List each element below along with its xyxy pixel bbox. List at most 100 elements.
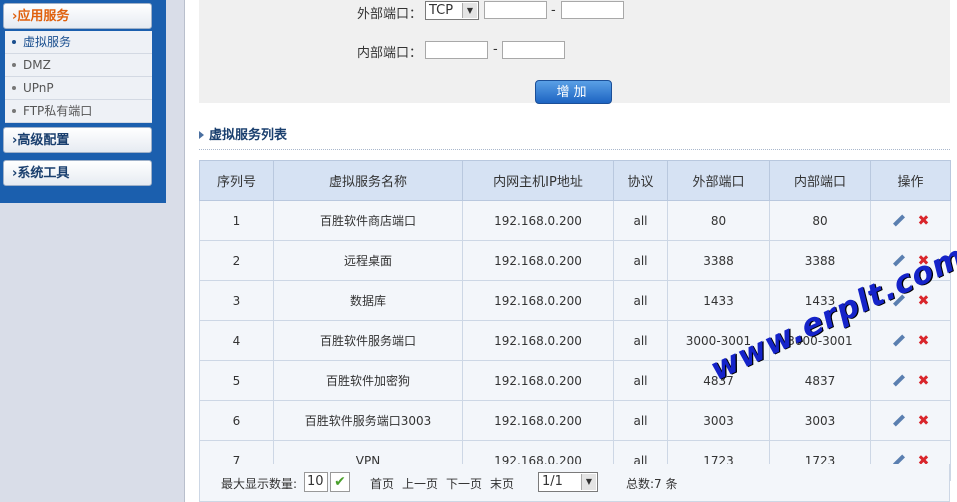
page-select[interactable]: 1/1 ▼: [538, 472, 598, 492]
table-row: 6 百胜软件服务端口3003 192.168.0.200 all 3003 30…: [199, 400, 951, 441]
column-header: 内部端口: [769, 160, 871, 201]
delete-icon[interactable]: ✖: [917, 414, 931, 428]
max-display-input[interactable]: 10: [304, 472, 328, 492]
sidebar-menu-panel: ›应用服务 虚拟服务 DMZ UPnP FTP私有端口 ›高级配置 ›系统工具: [0, 0, 166, 203]
triangle-right-icon: [199, 131, 204, 139]
sidebar-item-label: DMZ: [23, 58, 51, 72]
cell-ip: 192.168.0.200: [462, 280, 614, 321]
chevron-down-icon: ▼: [581, 474, 596, 490]
column-header: 外部端口: [667, 160, 770, 201]
external-port-start-input[interactable]: [484, 1, 547, 19]
cell-protocol: all: [613, 360, 668, 401]
external-port-label: 外部端口：: [356, 7, 422, 22]
edit-icon[interactable]: [891, 373, 907, 389]
external-port-row: 外部端口： TCP ▼ -: [199, 1, 950, 22]
cell-index: 5: [199, 360, 274, 401]
cell-protocol: all: [613, 240, 668, 281]
internal-port-start-input[interactable]: [425, 41, 488, 59]
cell-internal-port: 80: [769, 200, 871, 241]
table-row: 5 百胜软件加密狗 192.168.0.200 all 4837 4837 ✖: [199, 360, 951, 401]
cell-ip: 192.168.0.200: [462, 320, 614, 361]
column-header: 虚拟服务名称: [273, 160, 463, 201]
protocol-select[interactable]: TCP ▼: [425, 1, 479, 20]
delete-icon[interactable]: ✖: [917, 214, 931, 228]
list-title: 虚拟服务列表: [209, 128, 288, 143]
cell-protocol: all: [613, 320, 668, 361]
last-page-link[interactable]: 末页: [490, 475, 514, 492]
cell-internal-port: 3003: [769, 400, 871, 441]
cell-index: 4: [199, 320, 274, 361]
delete-icon[interactable]: ✖: [917, 334, 931, 348]
cell-ip: 192.168.0.200: [462, 240, 614, 281]
total-count: 总数:7 条: [626, 477, 678, 491]
table-row: 2 远程桌面 192.168.0.200 all 3388 3388 ✖: [199, 240, 951, 281]
cell-name: 百胜软件服务端口: [273, 320, 463, 361]
bullet-icon: [12, 86, 16, 90]
submenu-app-services: 虚拟服务 DMZ UPnP FTP私有端口: [5, 31, 152, 123]
sidebar-item-upnp[interactable]: UPnP: [5, 77, 152, 100]
range-dash: -: [551, 3, 556, 18]
internal-port-label: 内部端口：: [356, 46, 422, 61]
column-header: 序列号: [199, 160, 274, 201]
cell-name: 百胜软件加密狗: [273, 360, 463, 401]
add-button[interactable]: 增加: [535, 80, 612, 104]
cell-name: 百胜软件商店端口: [273, 200, 463, 241]
column-header: 协议: [613, 160, 668, 201]
edit-icon[interactable]: [891, 213, 907, 229]
section-title: 虚拟服务列表: [199, 127, 950, 150]
cell-protocol: all: [613, 280, 668, 321]
cell-protocol: all: [613, 200, 668, 241]
internal-port-row: 内部端口： -: [199, 40, 950, 61]
cell-external-port: 3388: [667, 240, 770, 281]
delete-icon[interactable]: ✖: [917, 374, 931, 388]
first-page-link[interactable]: 首页: [370, 475, 394, 492]
prev-page-link[interactable]: 上一页: [402, 475, 438, 492]
next-page-link[interactable]: 下一页: [446, 475, 482, 492]
cell-internal-port: 3388: [769, 240, 871, 281]
cell-index: 6: [199, 400, 274, 441]
cell-ip: 192.168.0.200: [462, 360, 614, 401]
protocol-value: TCP: [429, 3, 454, 18]
menu-app-services[interactable]: ›应用服务: [3, 3, 152, 29]
cell-external-port: 3003: [667, 400, 770, 441]
max-display-label: 最大显示数量:: [221, 477, 298, 491]
cell-name: 百胜软件服务端口3003: [273, 400, 463, 441]
cell-actions: ✖: [870, 200, 951, 241]
chevron-down-icon: ▼: [462, 3, 477, 18]
sidebar-item-virtual-service[interactable]: 虚拟服务: [5, 31, 152, 54]
cell-index: 3: [199, 280, 274, 321]
cell-external-port: 1433: [667, 280, 770, 321]
column-header: 操作: [870, 160, 951, 201]
delete-icon[interactable]: ✖: [917, 294, 931, 308]
sidebar-item-ftp-port[interactable]: FTP私有端口: [5, 100, 152, 123]
page-value: 1/1: [542, 474, 563, 489]
sidebar: ›应用服务 虚拟服务 DMZ UPnP FTP私有端口 ›高级配置 ›系统工具: [0, 0, 185, 502]
cell-ip: 192.168.0.200: [462, 200, 614, 241]
bullet-icon: [12, 109, 16, 113]
table-header-row: 序列号 虚拟服务名称 内网主机IP地址 协议 外部端口 内部端口 操作: [199, 160, 951, 201]
column-header: 内网主机IP地址: [462, 160, 614, 201]
bullet-icon: [12, 63, 16, 67]
cell-actions: ✖: [870, 400, 951, 441]
cell-index: 2: [199, 240, 274, 281]
confirm-check-icon[interactable]: ✔: [330, 472, 350, 492]
cell-name: 远程桌面: [273, 240, 463, 281]
cell-index: 1: [199, 200, 274, 241]
range-dash: -: [493, 42, 498, 57]
bullet-icon: [12, 40, 16, 44]
cell-external-port: 80: [667, 200, 770, 241]
cell-ip: 192.168.0.200: [462, 400, 614, 441]
internal-port-end-input[interactable]: [502, 41, 565, 59]
sidebar-item-label: 虚拟服务: [23, 35, 72, 49]
menu-advanced-config[interactable]: ›高级配置: [3, 127, 152, 153]
external-port-end-input[interactable]: [561, 1, 624, 19]
sidebar-item-label: FTP私有端口: [23, 104, 93, 118]
table-row: 1 百胜软件商店端口 192.168.0.200 all 80 80 ✖: [199, 200, 951, 241]
edit-icon[interactable]: [891, 333, 907, 349]
edit-icon[interactable]: [891, 413, 907, 429]
cell-actions: ✖: [870, 360, 951, 401]
sidebar-item-label: UPnP: [23, 81, 54, 95]
cell-internal-port: 4837: [769, 360, 871, 401]
sidebar-item-dmz[interactable]: DMZ: [5, 54, 152, 77]
menu-system-tools[interactable]: ›系统工具: [3, 160, 152, 186]
